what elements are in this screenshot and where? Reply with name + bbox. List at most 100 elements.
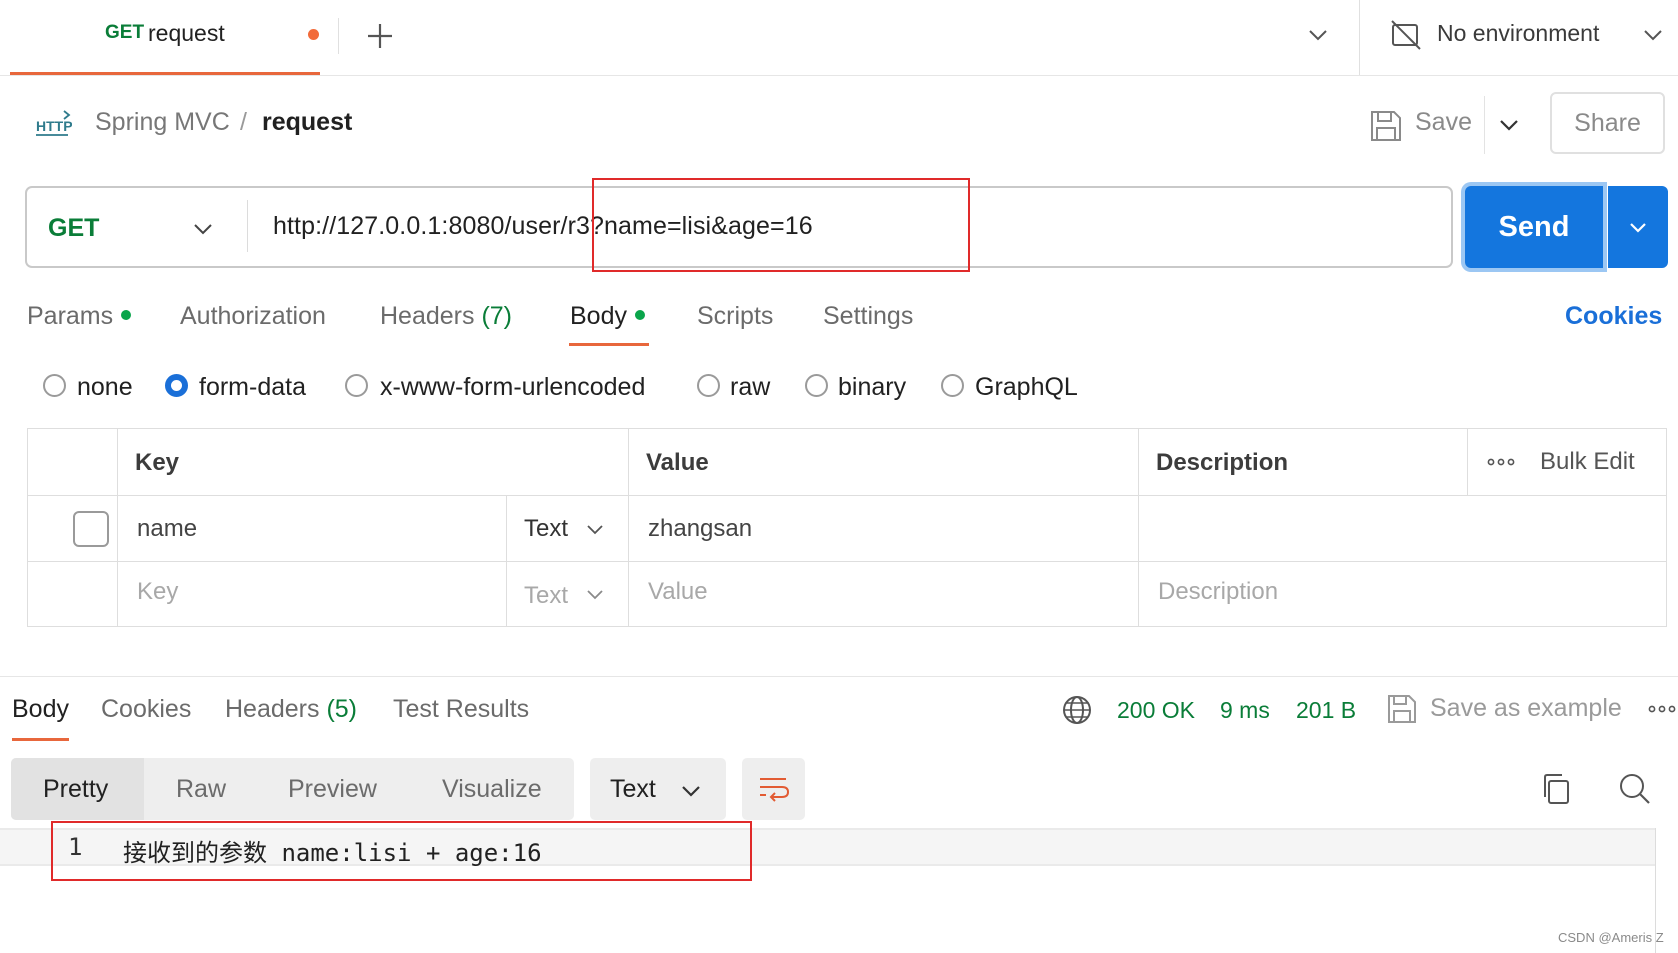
- tab-settings[interactable]: Settings: [823, 302, 913, 331]
- view-mode-raw[interactable]: Raw: [176, 775, 226, 804]
- column-header-description: Description: [1156, 449, 1289, 476]
- status-code[interactable]: 200 OK: [1117, 697, 1195, 724]
- radio-binary[interactable]: [805, 374, 828, 397]
- copy-icon[interactable]: [1540, 772, 1572, 806]
- wrap-lines-button[interactable]: [742, 758, 805, 820]
- tab-name: request: [148, 20, 225, 46]
- chevron-down-icon: [1630, 223, 1646, 233]
- response-size[interactable]: 201 B: [1296, 697, 1356, 724]
- chevron-down-icon: [682, 786, 700, 797]
- radio-label-binary[interactable]: binary: [838, 373, 906, 402]
- table-divider: [1467, 428, 1468, 495]
- chevron-down-icon[interactable]: [1642, 24, 1664, 46]
- chevron-down-icon[interactable]: [585, 520, 605, 540]
- more-options-icon[interactable]: [1487, 455, 1515, 469]
- chevron-down-icon[interactable]: [192, 218, 214, 240]
- save-icon[interactable]: [1368, 104, 1404, 148]
- table-divider: [1138, 428, 1139, 627]
- plus-icon[interactable]: [360, 16, 400, 56]
- bulk-edit-button[interactable]: Bulk Edit: [1540, 448, 1635, 476]
- row-key-cell[interactable]: name: [137, 515, 197, 543]
- http-icon: HTTP: [36, 110, 72, 136]
- save-as-example-button[interactable]: Save as example: [1430, 694, 1622, 723]
- chevron-down-icon[interactable]: [1498, 114, 1520, 136]
- response-tab-cookies[interactable]: Cookies: [101, 695, 191, 724]
- method-select[interactable]: GET: [48, 214, 99, 243]
- tab-authorization[interactable]: Authorization: [180, 302, 326, 331]
- chevron-down-icon[interactable]: [1307, 24, 1329, 46]
- svg-text:HTTP: HTTP: [36, 118, 72, 134]
- column-header-value: Value: [646, 449, 709, 476]
- headers-count: (7): [481, 302, 513, 330]
- method-divider: [247, 200, 248, 252]
- send-options-button[interactable]: [1608, 186, 1668, 268]
- form-data-table: [27, 428, 1667, 627]
- new-type-select[interactable]: Text: [524, 582, 568, 610]
- radio-label-raw[interactable]: raw: [730, 373, 770, 402]
- table-divider: [27, 561, 1667, 562]
- new-description-input[interactable]: Description: [1158, 578, 1278, 606]
- save-divider: [1484, 96, 1485, 154]
- share-button[interactable]: Share: [1550, 92, 1665, 154]
- tab-method: GET: [105, 22, 145, 43]
- radio-graphql[interactable]: [941, 374, 964, 397]
- chevron-down-icon[interactable]: [585, 585, 605, 605]
- environment-selector[interactable]: No environment: [1437, 20, 1599, 47]
- tab-params[interactable]: Params: [27, 302, 132, 331]
- radio-label-graphql[interactable]: GraphQL: [975, 373, 1078, 402]
- row-enable-checkbox[interactable]: [73, 511, 109, 547]
- no-environment-icon: [1391, 20, 1421, 50]
- view-mode-visualize[interactable]: Visualize: [442, 775, 542, 804]
- radio-label-form-data[interactable]: form-data: [199, 373, 306, 402]
- tab-divider: [338, 18, 339, 54]
- radio-label-none[interactable]: none: [77, 373, 133, 402]
- highlight-box-response: [51, 821, 752, 881]
- unsaved-dot-icon: [308, 29, 319, 40]
- format-select-label: Text: [610, 775, 656, 803]
- table-divider: [506, 495, 507, 627]
- watermark: CSDN @Ameris Z: [1558, 930, 1664, 945]
- response-divider: [0, 676, 1678, 677]
- new-value-input[interactable]: Value: [648, 578, 708, 606]
- cookies-link[interactable]: Cookies: [1565, 302, 1662, 331]
- breadcrumb-separator: /: [240, 108, 247, 136]
- globe-icon[interactable]: [1061, 694, 1093, 726]
- radio-x-www-form-urlencoded[interactable]: [345, 374, 368, 397]
- tab-headers[interactable]: Headers (7): [380, 302, 512, 331]
- table-divider: [27, 495, 1667, 496]
- highlight-box-url: [592, 178, 970, 272]
- breadcrumb-collection[interactable]: Spring MVC: [95, 108, 230, 137]
- tab-active-indicator: [12, 738, 69, 741]
- row-type-select[interactable]: Text: [524, 515, 568, 543]
- response-tab-headers[interactable]: Headers (5): [225, 695, 357, 724]
- send-button[interactable]: Send: [1465, 186, 1603, 268]
- column-header-key: Key: [135, 449, 180, 476]
- active-dot-icon: [634, 310, 645, 321]
- row-value-cell[interactable]: zhangsan: [648, 515, 752, 543]
- tab-scripts[interactable]: Scripts: [697, 302, 773, 331]
- radio-label-urlencoded[interactable]: x-www-form-urlencoded: [380, 373, 645, 402]
- tab-body[interactable]: Body: [570, 302, 645, 331]
- more-options-icon[interactable]: [1648, 702, 1676, 716]
- save-button[interactable]: Save: [1415, 108, 1472, 137]
- save-icon[interactable]: [1386, 692, 1418, 726]
- wrap-lines-icon: [760, 778, 790, 802]
- headers-count: (5): [326, 695, 358, 723]
- env-divider: [1359, 0, 1360, 75]
- new-key-input[interactable]: Key: [137, 578, 178, 606]
- table-divider: [628, 428, 629, 627]
- response-tab-test-results[interactable]: Test Results: [393, 695, 529, 724]
- table-divider: [117, 428, 118, 627]
- view-mode-pretty[interactable]: Pretty: [43, 775, 108, 804]
- radio-form-data[interactable]: [165, 374, 188, 397]
- active-dot-icon: [121, 310, 132, 321]
- radio-raw[interactable]: [697, 374, 720, 397]
- tab-active-indicator: [569, 343, 649, 346]
- page-title[interactable]: request: [262, 108, 352, 137]
- view-mode-preview[interactable]: Preview: [288, 775, 377, 804]
- tab-bar: GET request No environment: [0, 0, 1678, 76]
- response-time[interactable]: 9 ms: [1220, 697, 1270, 724]
- search-icon[interactable]: [1618, 772, 1652, 806]
- response-tab-body[interactable]: Body: [12, 695, 69, 724]
- radio-none[interactable]: [43, 374, 66, 397]
